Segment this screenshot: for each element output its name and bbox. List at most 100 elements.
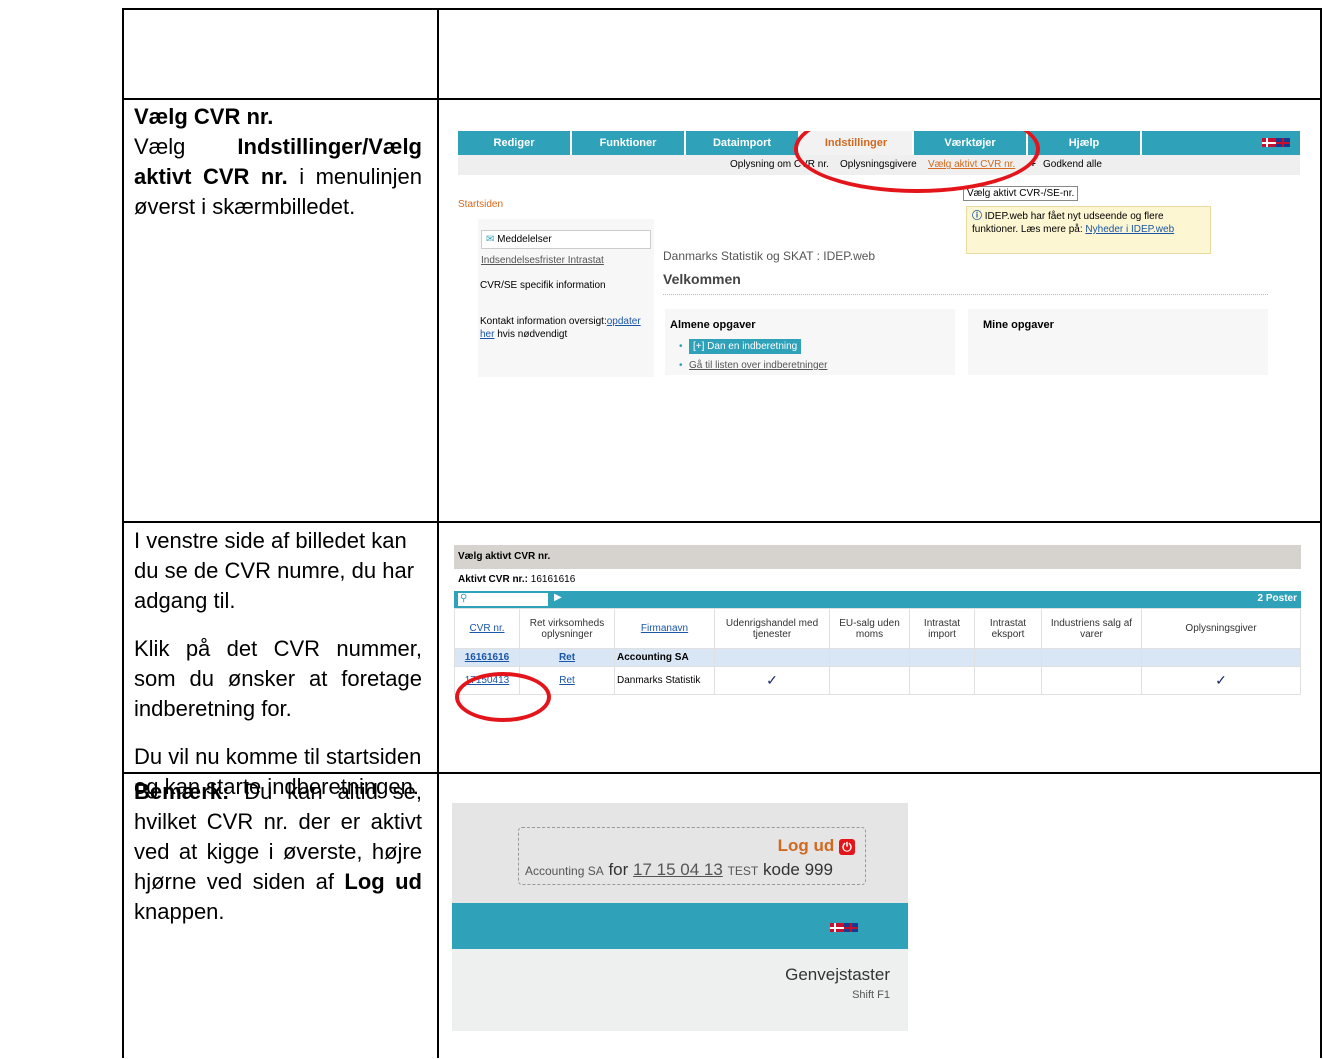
logout-label: Log ud [777,836,835,855]
paragraph-2: Klik på det CVR nummer, som du ønsker at… [134,636,422,721]
table-border-middle [437,8,439,1058]
active-cvr-value: 16161616 [530,574,576,585]
highlight-circle [455,672,551,722]
instruction-cvr-list: I venstre side af billedet kan du se de … [134,526,422,820]
table-row[interactable]: 17150413 Ret Danmarks Statistik ✓ ✓ [454,666,1301,695]
logout-button[interactable]: Log ud ⏻ [778,836,855,856]
shortcuts-label[interactable]: Genvejstaster [785,965,890,985]
bullet-icon: • [679,341,683,352]
search-go-icon[interactable]: ▶ [554,592,562,603]
menu-path-settings: Indstillinger [237,134,363,159]
check-cell [1141,648,1301,667]
tab-dataimport[interactable]: Dataimport [686,131,800,155]
english-flag-icon[interactable] [1276,138,1290,148]
english-flag-icon[interactable] [844,923,858,933]
paragraph-1: I venstre side af billedet kan du se de … [134,528,415,613]
instruction-text: Vælg [134,134,186,159]
active-cvr-info: Accounting SA for 17 15 04 13 TEST kode … [525,860,833,880]
submenu-approve-all[interactable]: Godkend alle [1043,155,1102,175]
tooltip: Vælg aktivt CVR-/SE-nr. [963,186,1079,201]
my-tasks-panel: Mine opgaver [968,309,1268,375]
cvr-link[interactable]: 17 15 04 13 [633,860,723,879]
table-header-row: CVR nr. Ret virksomheds oplysninger Firm… [454,608,1301,649]
language-flags [830,919,858,937]
contact-info: Kontakt information oversigt:opdater her… [480,315,652,341]
info-icon: ⓘ [972,211,982,222]
shortcut-key: Shift F1 [852,989,890,1001]
divider [663,294,1268,295]
column-header-industry-sales: Industriens salg af varer [1041,608,1142,649]
note-text-end: knappen. [134,899,225,924]
post-count: 2 Poster [1257,593,1297,604]
column-header-edit: Ret virksomheds oplysninger [519,608,615,649]
tab-funktioner[interactable]: Funktioner [572,131,686,155]
danish-flag-icon[interactable] [1262,138,1276,148]
table-row[interactable]: 16161616 Ret Accounting SA [454,648,1301,667]
create-report-button[interactable]: [+] Dan en indberetning [689,339,802,354]
general-tasks-panel: Almene opgaver • [+] Dan en indberetning… [665,309,955,375]
row-divider-1 [122,98,1322,100]
cvr-table: CVR nr. Ret virksomheds oplysninger Firm… [454,608,1301,695]
screenshot-cvr-list: Vælg aktivt CVR nr. Aktivt CVR nr.: 1616… [454,545,1301,722]
contact-text: Kontakt information oversigt: [480,316,607,327]
danish-flag-icon[interactable] [830,923,844,933]
edit-link[interactable]: Ret [559,675,575,686]
tab-rediger[interactable]: Rediger [458,131,572,155]
deadlines-link[interactable]: Indsendelsesfrister Intrastat [481,255,604,266]
logout-label: Log ud [344,869,422,894]
for-label: for [608,860,629,879]
active-cvr-label: Aktivt CVR nr.: [458,574,529,585]
report-list-link[interactable]: Gå til listen over indberetninger [689,360,827,371]
messages-label: Meddelelser [497,234,552,245]
envelope-icon: ✉ [486,234,495,245]
welcome-heading: Velkommen [663,271,741,287]
screenshot-settings-menu: Rediger Funktioner Dataimport Indstillin… [458,131,1300,381]
user-info-box: Log ud ⏻ Accounting SA for 17 15 04 13 T… [518,827,866,885]
search-icon: ⚲ [460,593,468,604]
column-header-cvr[interactable]: CVR nr. [469,623,504,634]
column-header-provider: Oplysningsgiver [1141,608,1301,649]
search-input[interactable]: ⚲ [458,593,548,606]
screenshot-logout-area: Log ud ⏻ Accounting SA for 17 15 04 13 T… [452,803,908,1031]
column-header-eu-sales: EU-salg uden moms [829,608,910,649]
column-header-company[interactable]: Firmanavn [641,623,688,634]
company-name: Accounting SA [614,648,715,667]
tab-hjaelp[interactable]: Hjælp [1028,131,1142,155]
active-cvr-line: Aktivt CVR nr.: 16161616 [454,569,1301,591]
shortcuts-panel: Genvejstaster Shift F1 [452,949,908,1031]
cvr-link-16161616[interactable]: 16161616 [465,652,510,663]
general-tasks-heading: Almene opgaver [670,319,756,331]
row-divider-2 [122,521,1322,523]
notice-link[interactable]: Nyheder i IDEP.web [1085,224,1174,235]
messages-box[interactable]: ✉ Meddelelser [481,230,651,249]
bullet-icon-2: • [679,360,683,371]
company-name: Accounting SA [525,864,604,878]
my-tasks-heading: Mine opgaver [983,319,1054,331]
instruction-note: Bemærk: Du kan altid se, hvilket CVR nr.… [134,777,422,927]
test-label: TEST [727,864,759,878]
company-name: Danmarks Statistik [614,666,715,695]
table-border-top [122,8,1322,10]
site-title: Danmarks Statistik og SKAT : IDEP.web [663,249,876,263]
language-flags [1142,131,1300,155]
header-bar [452,903,908,949]
check-cell [714,648,830,667]
edit-link[interactable]: Ret [559,652,575,663]
note-label: Bemærk: [134,779,230,804]
instruction-select-cvr: Vælg CVR nr. Vælg Indstillinger/Vælg akt… [134,102,422,222]
search-bar: ⚲ ▶ 2 Poster [454,591,1301,608]
table-border-left [122,8,124,1058]
column-header-intrastat-import: Intrastat import [909,608,975,649]
notice-box: ⓘ IDEP.web har fået nyt udseende og fler… [966,206,1211,254]
kode-label: kode 999 [762,860,833,879]
panel-title: Vælg aktivt CVR nr. [454,545,1301,569]
power-icon: ⏻ [839,839,855,855]
highlight-circle [794,131,1040,193]
checkmark-icon: ✓ [1141,666,1301,695]
left-panel: ✉ Meddelelser Indsendelsesfrister Intras… [478,219,654,377]
breadcrumb-startsiden[interactable]: Startsiden [458,199,503,210]
checkmark-icon: ✓ [714,666,830,695]
contact-text-end: hvis nødvendigt [497,329,568,340]
table-border-right [1320,8,1322,1058]
section-heading: Vælg CVR nr. [134,104,274,129]
